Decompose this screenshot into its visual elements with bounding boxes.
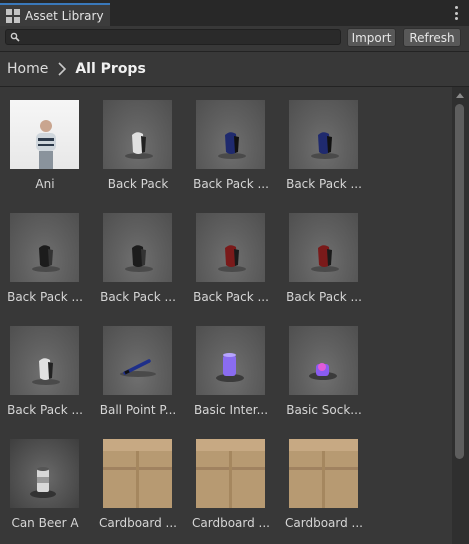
asset-label: Back Pack ... [7, 290, 83, 304]
vertical-scrollbar[interactable] [452, 87, 469, 544]
asset-label: Ball Point P... [99, 403, 177, 417]
asset-label: Ani [35, 177, 55, 191]
backpack-black-thumbnail [10, 213, 79, 282]
backpack-black-thumbnail [103, 213, 172, 282]
asset-label: Basic Inter... [193, 403, 269, 417]
tab-strip: Asset Library [0, 0, 469, 26]
asset-tile[interactable]: Cardboard ... [93, 426, 183, 531]
scrollbar-thumb[interactable] [455, 104, 464, 459]
backpack-white-thumbnail [103, 100, 172, 169]
asset-label: Back Pack ... [193, 177, 269, 191]
grid-icon [6, 8, 20, 23]
box-thumbnail [196, 439, 265, 508]
tab-asset-library[interactable]: Asset Library [0, 3, 110, 26]
asset-label: Back Pack ... [193, 290, 269, 304]
asset-label: Cardboard ... [99, 516, 177, 530]
asset-tile[interactable]: Back Pack ... [186, 87, 276, 192]
asset-label: Cardboard ... [285, 516, 363, 530]
cylinder-purple-thumbnail [196, 326, 265, 395]
backpack-red-thumbnail [196, 213, 265, 282]
backpack-white-thumbnail [10, 326, 79, 395]
asset-tile[interactable]: Back Pack ... [0, 313, 90, 418]
breadcrumb: Home All Props [0, 52, 469, 87]
search-field[interactable] [5, 29, 341, 45]
backpack-blue-thumbnail [196, 100, 265, 169]
socket-thumbnail [289, 326, 358, 395]
scroll-up-arrow-icon[interactable] [456, 93, 464, 98]
kebab-menu-icon[interactable] [455, 6, 458, 20]
box-thumbnail [103, 439, 172, 508]
breadcrumb-current: All Props [75, 61, 146, 77]
can-thumbnail [10, 439, 79, 508]
asset-tile[interactable]: Cardboard ... [186, 426, 276, 531]
asset-label: Cardboard ... [192, 516, 270, 530]
asset-tile[interactable]: Back Pack ... [279, 87, 369, 192]
asset-tile[interactable]: Can Beer A [0, 426, 90, 531]
box-thumbnail [289, 439, 358, 508]
asset-tile[interactable]: Cardboard ... [279, 426, 369, 531]
asset-tile[interactable]: Back Pack ... [0, 200, 90, 305]
pen-thumbnail [103, 326, 172, 395]
asset-label: Back Pack [107, 177, 169, 191]
asset-label: Back Pack ... [286, 290, 362, 304]
asset-tile[interactable]: Back Pack ... [279, 200, 369, 305]
asset-tile[interactable]: Ball Point P... [93, 313, 183, 418]
tab-title: Asset Library [25, 8, 104, 23]
refresh-button[interactable]: Refresh [403, 28, 461, 47]
asset-tile[interactable]: Back Pack ... [186, 200, 276, 305]
asset-grid: Ani Back Pack Back Pack ... Back Pack ... Ba… [0, 87, 452, 544]
character-thumbnail [10, 100, 79, 169]
search-icon [10, 32, 20, 42]
breadcrumb-home[interactable]: Home [7, 61, 48, 77]
asset-label: Basic Sock... [286, 403, 362, 417]
import-button[interactable]: Import [347, 28, 396, 47]
asset-label: Back Pack ... [100, 290, 176, 304]
search-input[interactable] [20, 30, 340, 44]
asset-tile[interactable]: Basic Sock... [279, 313, 369, 418]
asset-label: Back Pack ... [7, 403, 83, 417]
backpack-red-thumbnail [289, 213, 358, 282]
asset-tile[interactable]: Back Pack [93, 87, 183, 192]
asset-tile[interactable]: Back Pack ... [93, 200, 183, 305]
asset-label: Back Pack ... [286, 177, 362, 191]
asset-tile[interactable]: Basic Inter... [186, 313, 276, 418]
asset-label: Can Beer A [11, 516, 79, 530]
toolbar: Import Refresh [0, 26, 469, 52]
chevron-right-icon [58, 62, 67, 76]
backpack-blue-thumbnail [289, 100, 358, 169]
asset-tile[interactable]: Ani [0, 87, 90, 192]
